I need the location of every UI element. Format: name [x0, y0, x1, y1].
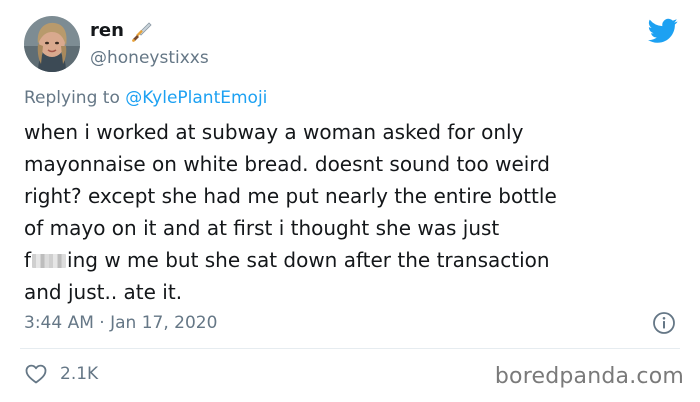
dagger-icon [130, 20, 152, 42]
tweet-timestamp[interactable]: 3:44 AM · Jan 17, 2020 [24, 311, 217, 335]
reply-mention-link[interactable]: @KylePlantEmoji [125, 88, 267, 108]
tweet-line: and just.. ate it. [24, 280, 183, 304]
tweet-line: mayonnaise on white bread. doesnt sound … [24, 152, 550, 176]
divider [20, 348, 680, 349]
censor-pixelation [32, 254, 67, 268]
watermark: boredpanda.com [494, 364, 684, 389]
like-count: 2.1K [60, 364, 99, 384]
tweet-line-censored: f ing w me but she sat down after the tra… [24, 244, 674, 276]
reply-prefix: Replying to [24, 88, 120, 108]
censored-suffix: ing w me but she sat down after the tran… [67, 248, 550, 272]
avatar[interactable] [24, 16, 80, 72]
tweet-text: when i worked at subway a woman asked fo… [24, 116, 674, 308]
author-row: ren [90, 20, 152, 42]
tweet-line: right? except she had me put nearly the … [24, 184, 557, 208]
tweet-line: when i worked at subway a woman asked fo… [24, 120, 524, 144]
heart-icon[interactable] [24, 362, 48, 386]
author-name[interactable]: ren [90, 20, 124, 42]
tweet-card: ren @honeystixxs Replying to @KylePlantE… [0, 0, 700, 402]
author-handle[interactable]: @honeystixxs [90, 47, 209, 69]
like-button[interactable]: 2.1K [24, 362, 98, 386]
replying-to: Replying to @KylePlantEmoji [24, 86, 267, 110]
tweet-line: of mayo on it and at first i thought she… [24, 216, 500, 240]
censored-prefix: f [24, 248, 32, 272]
twitter-bird-icon[interactable] [648, 18, 678, 44]
info-icon[interactable] [652, 311, 676, 335]
